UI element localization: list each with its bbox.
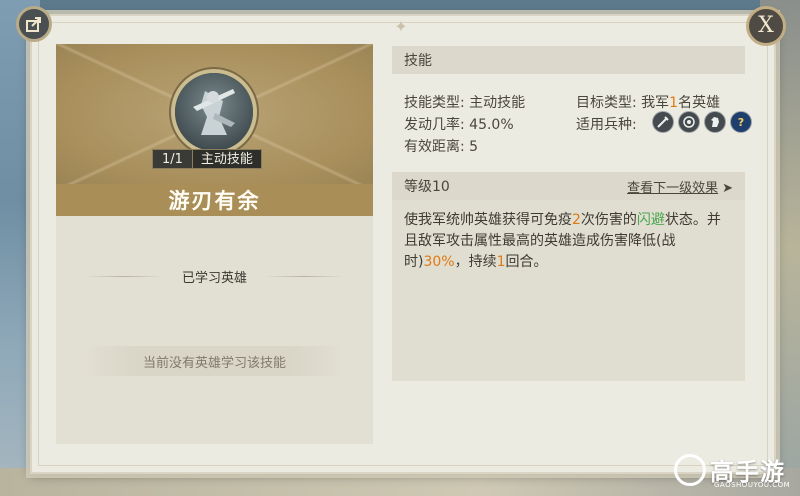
horse-icon[interactable] xyxy=(704,111,726,133)
troop-type-row: 适用兵种: xyxy=(576,114,637,136)
empty-heroes-text: 当前没有英雄学习该技能 xyxy=(142,355,286,371)
troop-type-label: 适用兵种: xyxy=(576,117,637,133)
skill-type-tag: 主动技能 xyxy=(192,149,262,169)
range-value: 5 xyxy=(469,139,479,155)
trigger-rate-row: 发动几率: 45.0% xyxy=(404,114,514,136)
close-icon: X xyxy=(758,13,774,38)
skill-portrait-icon xyxy=(171,69,257,155)
question-icon[interactable]: ? xyxy=(730,111,752,133)
watermark-logo-icon xyxy=(674,454,706,486)
watermark-en: GAOSHOUYOU.COM xyxy=(714,481,791,489)
range-label: 有效距离: xyxy=(404,139,465,155)
skill-type-row: 技能类型: 主动技能 xyxy=(404,92,525,114)
target-type-suffix: 名英雄 xyxy=(678,95,721,111)
skill-section-title: 技能 xyxy=(404,53,432,69)
learned-heroes-header: 已学习英雄 xyxy=(56,266,373,286)
target-type-prefix: 我军 xyxy=(641,95,670,111)
trigger-rate-label: 发动几率: xyxy=(404,117,465,133)
skill-description-box: 使我军统帅英雄获得可免疫2次伤害的闪避状态。并且敌军攻击属性最高的英雄造成伤害降… xyxy=(392,200,745,381)
skill-level-tag: 1/1 主动技能 xyxy=(152,149,262,169)
target-icon[interactable] xyxy=(678,111,700,133)
target-type-label: 目标类型: xyxy=(576,95,637,111)
skill-card: 1/1 主动技能 游刃有余 已学习英雄 当前没有英雄学习该技能 xyxy=(56,44,373,444)
share-button[interactable] xyxy=(16,6,52,42)
skill-type-label: 技能类型: xyxy=(404,95,465,111)
level-section-header: 等级10 查看下一级效果 ➤ xyxy=(392,172,745,200)
troop-type-icons: ? xyxy=(652,111,752,133)
learned-heroes-label: 已学习英雄 xyxy=(181,270,247,286)
divider xyxy=(85,275,164,277)
skill-type-value: 主动技能 xyxy=(469,95,526,111)
share-icon xyxy=(26,17,41,32)
site-watermark: 高手游 GAOSHOUYOU.COM xyxy=(674,450,798,494)
skill-level-progress: 1/1 xyxy=(152,149,193,169)
ornament-icon: ✦ xyxy=(394,17,408,36)
sword-icon[interactable] xyxy=(652,111,674,133)
skill-level-title: 等级10 xyxy=(404,179,450,195)
skill-section-header: 技能 xyxy=(392,46,745,74)
close-button[interactable]: X xyxy=(746,6,786,46)
target-count: 1 xyxy=(669,95,679,111)
skill-description: 使我军统帅英雄获得可免疫2次伤害的闪避状态。并且敌军攻击属性最高的英雄造成伤害降… xyxy=(404,212,721,270)
skill-name: 游刃有余 xyxy=(168,189,261,213)
skill-name-bar: 游刃有余 xyxy=(56,184,373,216)
next-level-effect-link[interactable]: 查看下一级效果 ➤ xyxy=(627,177,733,196)
skill-art-area: 1/1 主动技能 xyxy=(56,44,373,184)
empty-heroes-notice: 当前没有英雄学习该技能 xyxy=(86,346,343,376)
trigger-rate-value: 45.0% xyxy=(469,117,514,133)
range-row: 有效距离: 5 xyxy=(404,136,478,158)
divider xyxy=(265,275,343,277)
chevron-right-icon: ➤ xyxy=(722,180,733,196)
